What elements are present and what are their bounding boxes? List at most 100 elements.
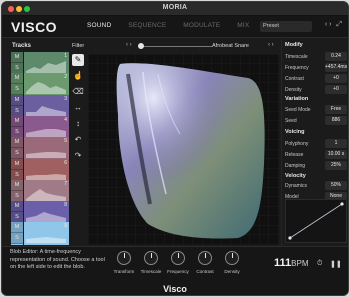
track-waveform[interactable]: 8 (24, 201, 69, 225)
knob-dial[interactable] (198, 251, 212, 265)
parameters-panel: Modify Timescale 0.24 Frequency +457.4ms Cont… (281, 39, 348, 246)
param-row: Release 10.00 s (285, 150, 347, 159)
bpm-value: 111 (274, 257, 292, 269)
filter-selector[interactable]: Filter (72, 43, 84, 49)
knob-dial[interactable] (171, 251, 185, 265)
knob-dial[interactable] (225, 251, 239, 265)
param-value[interactable]: +457.4ms (325, 63, 347, 72)
brush-tool-icon[interactable]: ✎ (72, 54, 84, 66)
waveform-icon (26, 128, 66, 137)
param-value[interactable]: 50% (325, 181, 347, 190)
metronome-icon[interactable]: ⏱ (317, 260, 322, 268)
tracks-title: Tracks (12, 43, 32, 49)
mute-button[interactable]: M (11, 73, 23, 85)
mute-button[interactable]: M (11, 52, 23, 63)
undo-icon[interactable]: ↶ (72, 134, 84, 146)
filter-arrows[interactable]: ‹ › (126, 42, 132, 48)
param-value[interactable]: 886 (325, 116, 347, 125)
tab-sequence[interactable]: SEQUENCE (128, 22, 166, 29)
preset-arrows[interactable]: ‹ › (325, 21, 332, 28)
mute-button[interactable]: M (11, 201, 23, 213)
preset-selector[interactable]: Preset (260, 21, 312, 32)
macro-knob[interactable]: Density (218, 251, 246, 274)
track-waveform[interactable]: 6 (24, 158, 69, 182)
waveform-icon (26, 61, 66, 73)
title-bar: MORIA (2, 2, 348, 16)
source-arrows[interactable]: ‹ › (268, 42, 274, 48)
knob-label: Frequency (167, 269, 189, 274)
tab-modulate[interactable]: MODULATE (183, 22, 220, 29)
mute-button[interactable]: M (11, 222, 23, 234)
section-variation: Variation (285, 96, 309, 102)
section-voicing: Voicing (285, 129, 305, 135)
param-label: Seed Mode (285, 107, 311, 113)
param-label: Frequency (285, 65, 309, 71)
app-window: MORIA VISCO SOUND SEQUENCE MODULATE MIX … (1, 1, 349, 296)
track-3[interactable]: MS3 (11, 94, 69, 118)
param-value[interactable]: 0.24 (325, 52, 347, 61)
track-7[interactable]: MS7 (11, 179, 69, 203)
param-value[interactable]: 1 (325, 139, 347, 148)
param-value[interactable]: 10.00 s (325, 150, 347, 159)
expand-icon[interactable]: ⤢ (336, 21, 342, 28)
blend-slider-knob[interactable] (138, 43, 144, 49)
track-waveform[interactable]: 5 (24, 137, 69, 161)
knob-label: Transform (113, 269, 135, 274)
stretch-vertical-icon[interactable]: ↕ (72, 118, 84, 130)
param-value[interactable]: 25% (325, 161, 347, 170)
footer-logo: Visco (163, 284, 187, 294)
tab-mix[interactable]: MIX (237, 22, 249, 29)
waveform-icon (26, 105, 66, 116)
param-value[interactable]: Free (325, 105, 347, 114)
track-waveform[interactable]: 9 (24, 222, 69, 246)
waveform-icon (26, 212, 66, 223)
source-selector[interactable]: Afrobeat Snare (212, 43, 249, 49)
track-9[interactable]: MS9 (11, 222, 69, 246)
track-6[interactable]: MS6 (11, 158, 69, 182)
tab-sound[interactable]: SOUND (87, 22, 111, 29)
track-2[interactable]: MS2 (11, 73, 69, 97)
editor-toolbar: Filter ‹ › Afrobeat Snare ‹ › (72, 42, 279, 52)
param-row: Frequency +457.4ms (285, 63, 347, 72)
blob-editor-canvas[interactable] (88, 54, 279, 245)
solo-button[interactable]: S (11, 233, 23, 245)
knob-label: Timescale (140, 269, 162, 274)
eraser-tool-icon[interactable]: ⌫ (72, 86, 84, 98)
param-value[interactable]: +0 (325, 74, 347, 83)
knob-dial[interactable] (144, 251, 158, 265)
mute-button[interactable]: M (11, 94, 23, 106)
macro-knob[interactable]: Contrast (191, 251, 219, 274)
track-waveform[interactable]: 1 (24, 52, 69, 75)
track-5[interactable]: MS5 (11, 137, 69, 161)
param-label: Seed (285, 118, 297, 124)
macro-knob[interactable]: Transform (110, 251, 138, 274)
app-logo: VISCO (11, 19, 58, 35)
stretch-horizontal-icon[interactable]: ↔ (72, 102, 84, 114)
mute-button[interactable]: M (11, 158, 23, 170)
track-waveform[interactable]: 4 (24, 115, 69, 139)
param-value[interactable]: +0 (325, 85, 347, 94)
macro-knob[interactable]: Timescale (137, 251, 165, 274)
track-waveform[interactable]: 2 (24, 73, 69, 97)
track-8[interactable]: MS8 (11, 201, 69, 225)
track-4[interactable]: MS4 (11, 115, 69, 139)
blend-slider-track[interactable] (140, 46, 212, 47)
mute-button[interactable]: M (11, 115, 23, 127)
redo-icon[interactable]: ↷ (72, 150, 84, 162)
track-1[interactable]: MS1 (11, 52, 69, 75)
track-waveform[interactable]: 7 (24, 179, 69, 203)
macro-knob[interactable]: Frequency (164, 251, 192, 274)
knob-label: Density (224, 269, 240, 274)
param-label: Damping (285, 163, 306, 169)
window-title: MORIA (162, 4, 188, 11)
velocity-curve[interactable] (285, 199, 347, 243)
smudge-tool-icon[interactable]: ☝ (72, 70, 84, 82)
mute-button[interactable]: M (11, 179, 23, 191)
param-row: Dynamics 50% (285, 181, 347, 190)
knob-dial[interactable] (117, 251, 131, 265)
pause-icon[interactable]: ❚❚ (330, 260, 342, 268)
track-waveform[interactable]: 3 (24, 94, 69, 118)
tempo-display[interactable]: 111BPM (274, 257, 308, 269)
mute-button[interactable]: M (11, 137, 23, 149)
param-row: Seed Mode Free (285, 105, 347, 114)
